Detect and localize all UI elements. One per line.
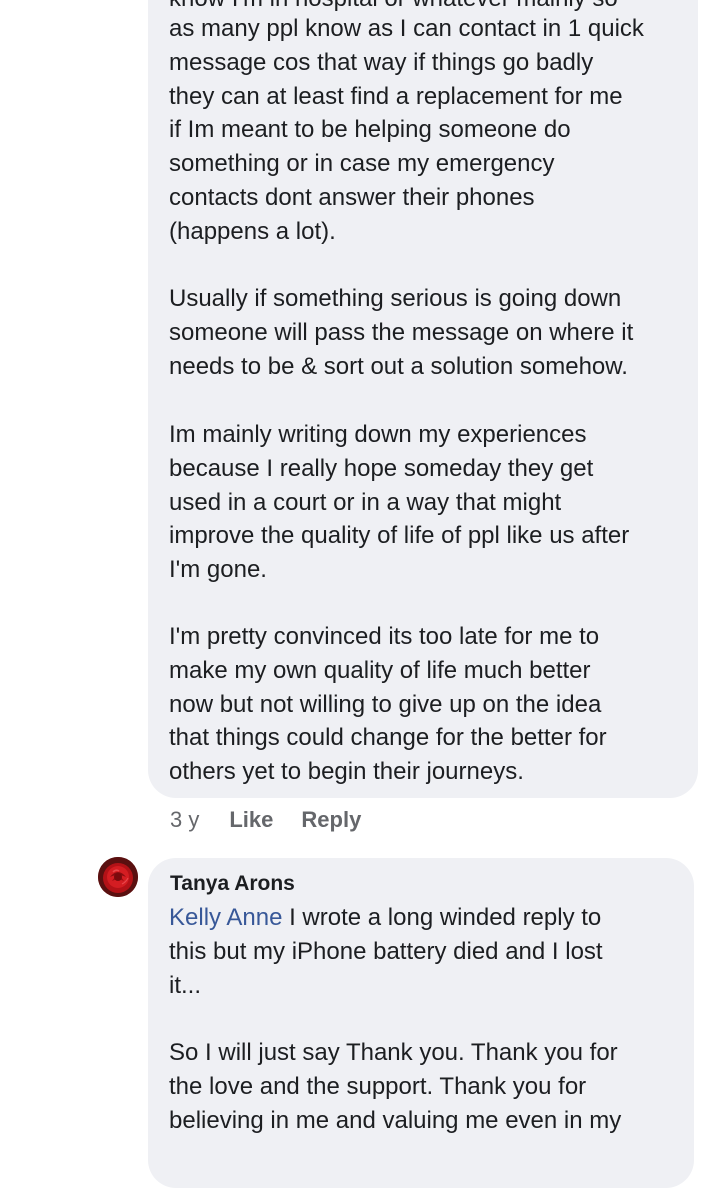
- comment-timestamp: 3 y: [170, 807, 200, 832]
- comment-paragraph: as many ppl know as I can contact in 1 q…: [169, 15, 644, 245]
- avatar[interactable]: [98, 857, 138, 897]
- comment-paragraph: Kelly Anne I wrote a long winded reply t…: [169, 901, 669, 1002]
- comment-author[interactable]: Tanya Arons: [170, 871, 295, 897]
- like-button[interactable]: Like: [229, 807, 273, 833]
- mention-link[interactable]: Kelly Anne: [169, 904, 282, 931]
- comment-paragraph: I'm pretty convinced its too late for me…: [169, 623, 607, 786]
- comment-paragraph: So I will just say Thank you. Thank you …: [169, 1039, 622, 1134]
- comment-actions: 3 y Like Reply: [170, 806, 389, 834]
- comment-paragraph: Usually if something serious is going do…: [169, 285, 634, 380]
- reply-button[interactable]: Reply: [301, 807, 361, 833]
- comment-paragraph: Im mainly writing down my experiences be…: [169, 421, 630, 584]
- red-rose-avatar-icon: [98, 857, 138, 897]
